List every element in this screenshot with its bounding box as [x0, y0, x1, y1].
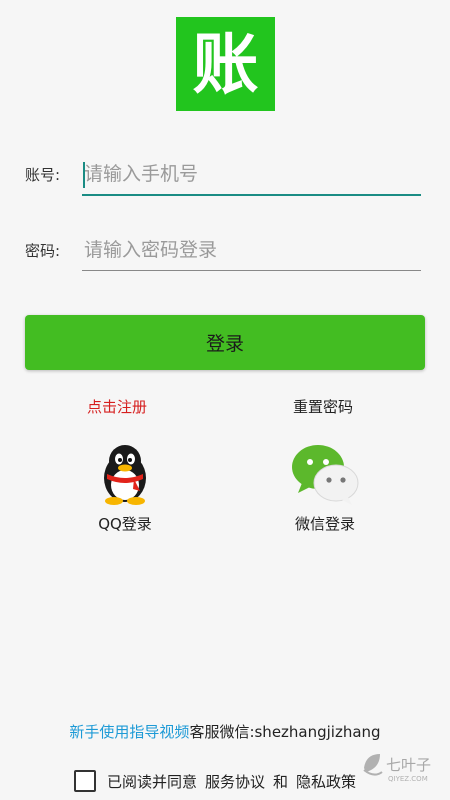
password-label: 密码:: [25, 242, 61, 260]
password-row: 密码:: [25, 228, 421, 272]
app-logo-char: 账: [192, 25, 259, 103]
app-logo: 账: [176, 17, 275, 111]
customer-service-text: 客服微信:shezhangjizhang: [189, 723, 381, 741]
account-input[interactable]: [82, 154, 421, 196]
account-row: 账号:: [25, 152, 421, 196]
register-link[interactable]: 点击注册: [87, 396, 147, 417]
and-text: 和: [273, 772, 289, 791]
agree-text: 已阅读并同意: [107, 772, 198, 791]
watermark-subtext: QIYEZ.COM: [388, 775, 428, 783]
qq-login-button[interactable]: QQ登录: [65, 443, 185, 534]
text-caret: [83, 162, 85, 188]
wechat-icon: [292, 445, 359, 505]
agreement-row: 已阅读并同意 服务协议 和 隐私政策: [74, 770, 356, 792]
service-agreement-link[interactable]: 服务协议: [205, 771, 265, 792]
watermark-logo: 七叶子 QIYEZ.COM: [358, 748, 438, 790]
watermark-leaf-icon: 七叶子 QIYEZ.COM: [363, 754, 431, 783]
qq-login-label: QQ登录: [98, 515, 152, 533]
reset-password-link[interactable]: 重置密码: [293, 396, 353, 417]
wechat-login-button[interactable]: 微信登录: [265, 443, 385, 534]
password-input[interactable]: [82, 230, 421, 271]
privacy-policy-link[interactable]: 隐私政策: [296, 771, 356, 792]
wechat-login-label: 微信登录: [294, 515, 355, 533]
watermark-text: 七叶子: [386, 756, 431, 774]
account-label: 账号:: [25, 166, 61, 184]
guide-video-link[interactable]: 新手使用指导视频: [69, 723, 189, 741]
footer-info: 新手使用指导视频客服微信:shezhangjizhang: [0, 721, 450, 742]
login-button[interactable]: 登录: [25, 315, 425, 370]
agree-checkbox[interactable]: [74, 770, 96, 792]
qq-penguin-icon: [104, 445, 146, 505]
